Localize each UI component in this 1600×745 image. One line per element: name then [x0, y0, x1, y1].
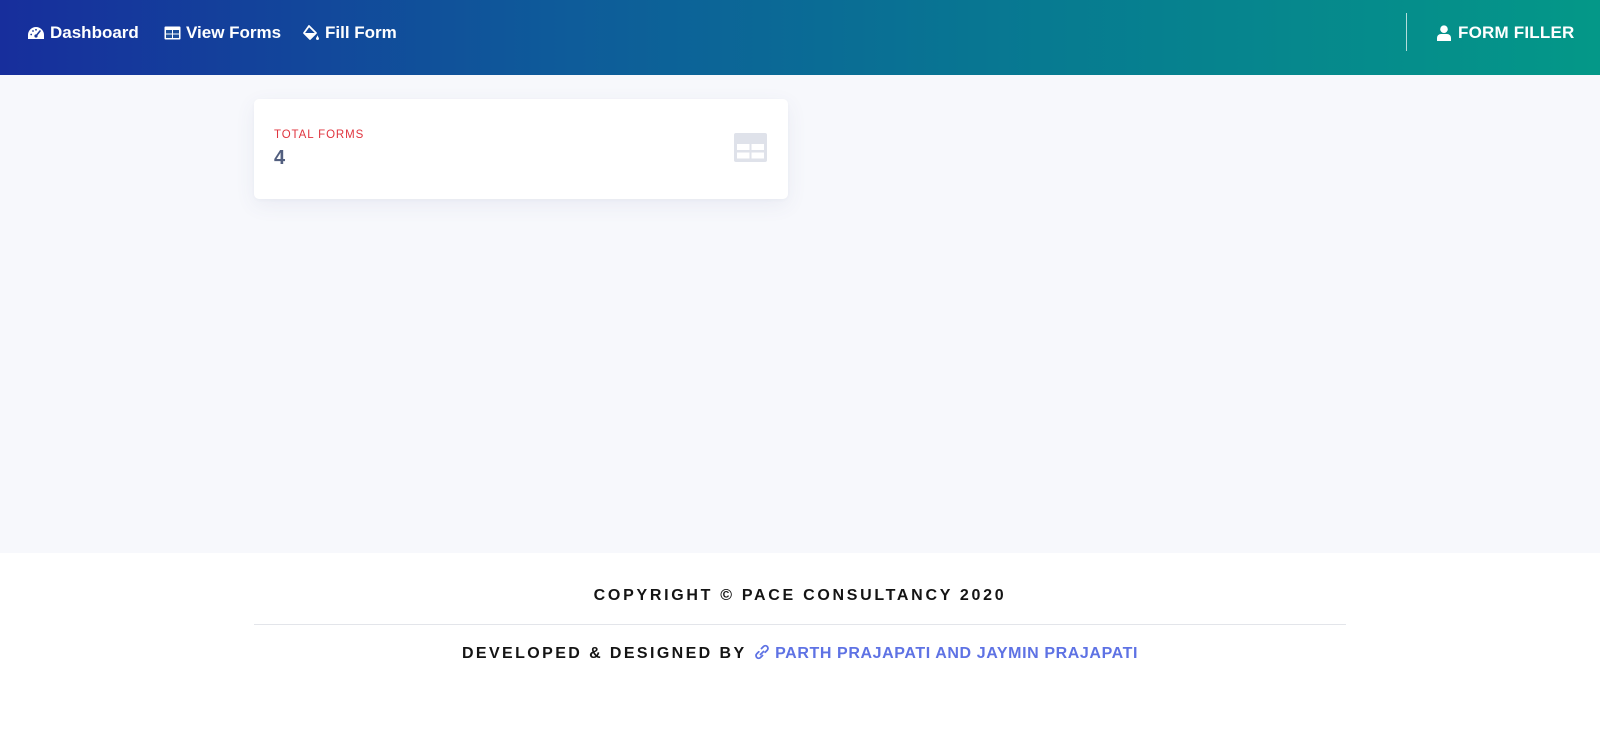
paint-bucket-icon [302, 24, 320, 42]
user-icon [1435, 24, 1453, 42]
nav-fill-form-label: Fill Form [325, 23, 397, 42]
link-icon [753, 644, 771, 660]
table-icon [734, 133, 767, 162]
credits-line: DEVELOPED & DESIGNED BY PARTH PRAJAPATI … [0, 644, 1600, 663]
nav-view-forms[interactable]: View Forms [163, 22, 281, 44]
copyright-text: COPYRIGHT © PACE CONSULTANCY 2020 [593, 587, 1007, 604]
nav-divider [1406, 13, 1407, 51]
nav-fill-form[interactable]: Fill Form [302, 22, 397, 44]
table-icon [163, 24, 181, 42]
credits-prefix: DEVELOPED & DESIGNED BY [461, 645, 747, 662]
total-forms-value: 4 [274, 147, 286, 169]
footer-divider [254, 624, 1346, 625]
speedometer-icon [27, 24, 45, 42]
nav-view-forms-label: View Forms [186, 23, 282, 42]
user-menu[interactable]: FORM FILLER [1435, 22, 1574, 44]
total-forms-card: TOTAL FORMS 4 [254, 99, 788, 199]
top-navbar: Dashboard View Forms Fill Form FORM FILL… [0, 0, 1600, 75]
credits-link-label: PARTH PRAJAPATI AND JAYMIN PRAJAPATI [775, 645, 1139, 662]
main-content: TOTAL FORMS 4 [0, 75, 1600, 553]
credits-link[interactable]: PARTH PRAJAPATI AND JAYMIN PRAJAPATI [753, 644, 1139, 662]
total-forms-label: TOTAL FORMS [274, 129, 365, 141]
nav-dashboard-label: Dashboard [50, 23, 139, 42]
user-menu-label: FORM FILLER [1458, 23, 1575, 42]
footer: COPYRIGHT © PACE CONSULTANCY 2020 DEVELO… [0, 553, 1600, 745]
nav-dashboard[interactable]: Dashboard [27, 22, 139, 44]
